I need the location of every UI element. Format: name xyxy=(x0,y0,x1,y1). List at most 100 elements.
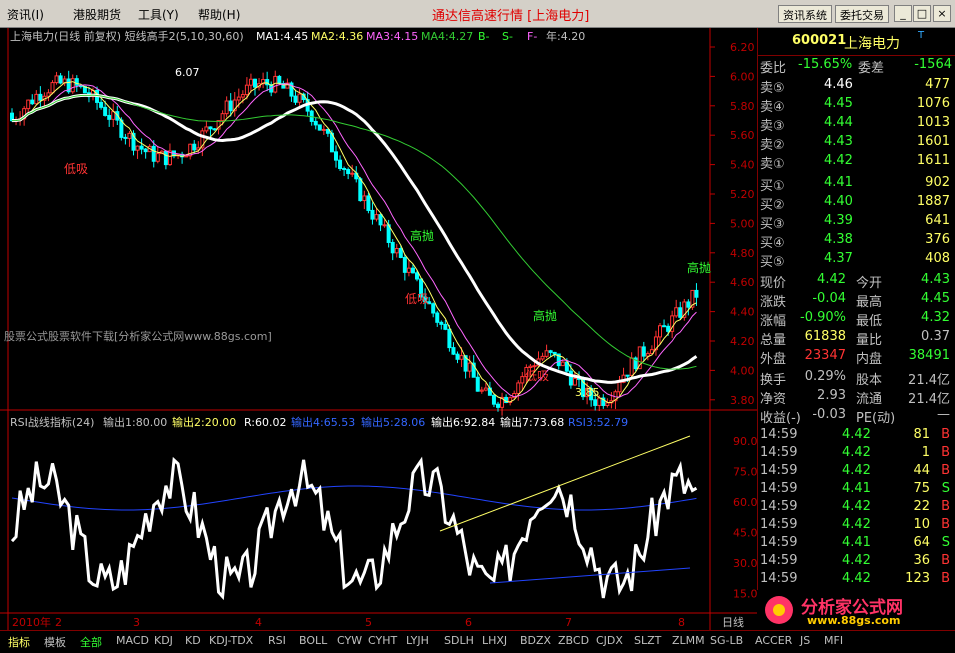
date-label: 8 xyxy=(678,616,685,629)
ma3-value: MA3:4.15 xyxy=(366,30,418,43)
stat-value: 4.43 xyxy=(921,272,950,287)
bid-price: 4.38 xyxy=(824,232,853,247)
signal-label: 低吸 xyxy=(64,162,88,176)
price-tick-label: 5.40 xyxy=(730,159,755,172)
chart-area[interactable]: 上海电力(日线 前复权) 短线高手2(5,10,30,60) MA1:4.45 … xyxy=(0,28,757,630)
candle-body xyxy=(625,374,630,377)
ma1-value: MA1:4.45 xyxy=(256,30,308,43)
ratio-value: -15.65% xyxy=(798,57,853,72)
menu-tools[interactable]: 工具(Y) xyxy=(138,6,179,23)
tick-side: B xyxy=(941,427,950,442)
tab-accer[interactable]: ACCER xyxy=(755,634,792,647)
candle-body xyxy=(99,101,104,108)
bid-label: 买⑤ xyxy=(760,255,785,270)
tab-lhxj[interactable]: LHXJ xyxy=(482,634,507,647)
tab-sg-lb[interactable]: SG-LB xyxy=(710,634,743,647)
tab-kd[interactable]: KD xyxy=(185,634,201,647)
info-system-button[interactable]: 资讯系统 xyxy=(778,5,832,23)
stat-row: 外盘 23347 内盘 38491 xyxy=(758,347,955,367)
tab-mfi[interactable]: MFI xyxy=(824,634,843,647)
bid-row: 买③ 4.39 641 xyxy=(758,212,955,232)
trade-button[interactable]: 委托交易 xyxy=(835,5,889,23)
tick-side: S xyxy=(941,535,950,550)
signal-label: 低吸 xyxy=(525,369,549,383)
stat-label: 股本 xyxy=(856,373,883,388)
candle-body xyxy=(143,148,148,153)
menu-zixun[interactable]: 资讯(I) xyxy=(7,6,44,23)
tab-cyw[interactable]: CYW xyxy=(337,634,362,647)
ask-volume: 1601 xyxy=(916,134,950,149)
candle-body xyxy=(370,209,375,220)
candle-body xyxy=(694,289,699,298)
rsi-out5: 输出5:28.06 xyxy=(361,415,425,429)
candle-body xyxy=(212,128,217,131)
tab-rsi[interactable]: RSI xyxy=(268,634,286,647)
candle-body xyxy=(475,376,480,392)
tab-全部[interactable]: 全部 xyxy=(80,634,102,650)
bid-price: 4.41 xyxy=(824,175,853,190)
stat-value: 21.4亿 xyxy=(908,392,950,407)
tick-price: 4.42 xyxy=(842,517,871,532)
rsi-rsi3: RSI3:52.79 xyxy=(568,416,628,429)
candle-body xyxy=(366,195,371,211)
price-tick-label: 4.60 xyxy=(730,276,755,289)
price-tick-label: 4.20 xyxy=(730,335,755,348)
candle-body xyxy=(224,100,229,115)
stat-label: 今开 xyxy=(856,276,883,291)
tab-kdj-tdx[interactable]: KDJ-TDX xyxy=(209,634,253,647)
menu-help[interactable]: 帮助(H) xyxy=(198,6,240,23)
tab-指标[interactable]: 指标 xyxy=(8,634,30,650)
candle-body xyxy=(240,94,245,98)
candle-body xyxy=(479,389,484,392)
watermark: 股票公式股票软件下载[分析家公式网www.88gs.com] xyxy=(4,329,272,343)
tick-volume: 75 xyxy=(913,481,930,496)
rsi-tick-label: 60.00 xyxy=(733,496,757,509)
ask-row: 卖③ 4.44 1013 xyxy=(758,114,955,134)
tab-macd[interactable]: MACD xyxy=(116,634,149,647)
tab-sdlh[interactable]: SDLH xyxy=(444,634,474,647)
stat-value: 38491 xyxy=(908,348,950,363)
candle-body xyxy=(338,159,343,169)
tab-bdzx[interactable]: BDZX xyxy=(520,634,551,647)
tab-cyht[interactable]: CYHT xyxy=(368,634,397,647)
tab-lyjh[interactable]: LYJH xyxy=(406,634,429,647)
tab-slzt[interactable]: SLZT xyxy=(634,634,661,647)
candle-body xyxy=(30,99,35,105)
candle-body xyxy=(208,126,213,130)
candle-body xyxy=(50,82,55,94)
tab-kdj[interactable]: KDJ xyxy=(154,634,173,647)
date-label: 5 xyxy=(365,616,372,629)
tick-price: 4.41 xyxy=(842,481,871,496)
candle-body xyxy=(402,256,407,273)
candle-body xyxy=(358,178,363,202)
maximize-icon[interactable]: □ xyxy=(913,5,931,22)
rsi-tick-label: 15.00 xyxy=(733,588,757,601)
tab-模板[interactable]: 模板 xyxy=(44,634,66,650)
tab-cjdx[interactable]: CJDX xyxy=(596,634,623,647)
tick-price: 4.41 xyxy=(842,535,871,550)
candle-body xyxy=(597,397,602,406)
price-tick-label: 5.20 xyxy=(730,188,755,201)
ask-volume: 477 xyxy=(925,77,950,92)
close-icon[interactable]: × xyxy=(933,5,951,22)
ask-price: 4.43 xyxy=(824,134,853,149)
minimize-icon[interactable]: _ xyxy=(894,5,912,22)
candle-body xyxy=(390,241,395,254)
candle-body xyxy=(34,93,39,105)
candle-body xyxy=(123,136,128,139)
bid-row: 买④ 4.38 376 xyxy=(758,231,955,251)
tab-zbcd[interactable]: ZBCD xyxy=(558,634,589,647)
candle-body xyxy=(593,399,598,406)
ask-label: 卖⑤ xyxy=(760,81,785,96)
candle-body xyxy=(236,96,241,101)
tab-boll[interactable]: BOLL xyxy=(299,634,327,647)
tab-js[interactable]: JS xyxy=(800,634,810,647)
tab-zlmm[interactable]: ZLMM xyxy=(672,634,705,647)
ask-label: 卖① xyxy=(760,157,785,172)
stat-label: 换手 xyxy=(760,373,787,388)
stat-value: 4.32 xyxy=(921,310,950,325)
stat-label: 总量 xyxy=(760,333,787,348)
price-tick-label: 5.60 xyxy=(730,129,755,142)
menu-hk-futures[interactable]: 港股期货 xyxy=(73,6,121,23)
ask-label: 卖④ xyxy=(760,100,785,115)
